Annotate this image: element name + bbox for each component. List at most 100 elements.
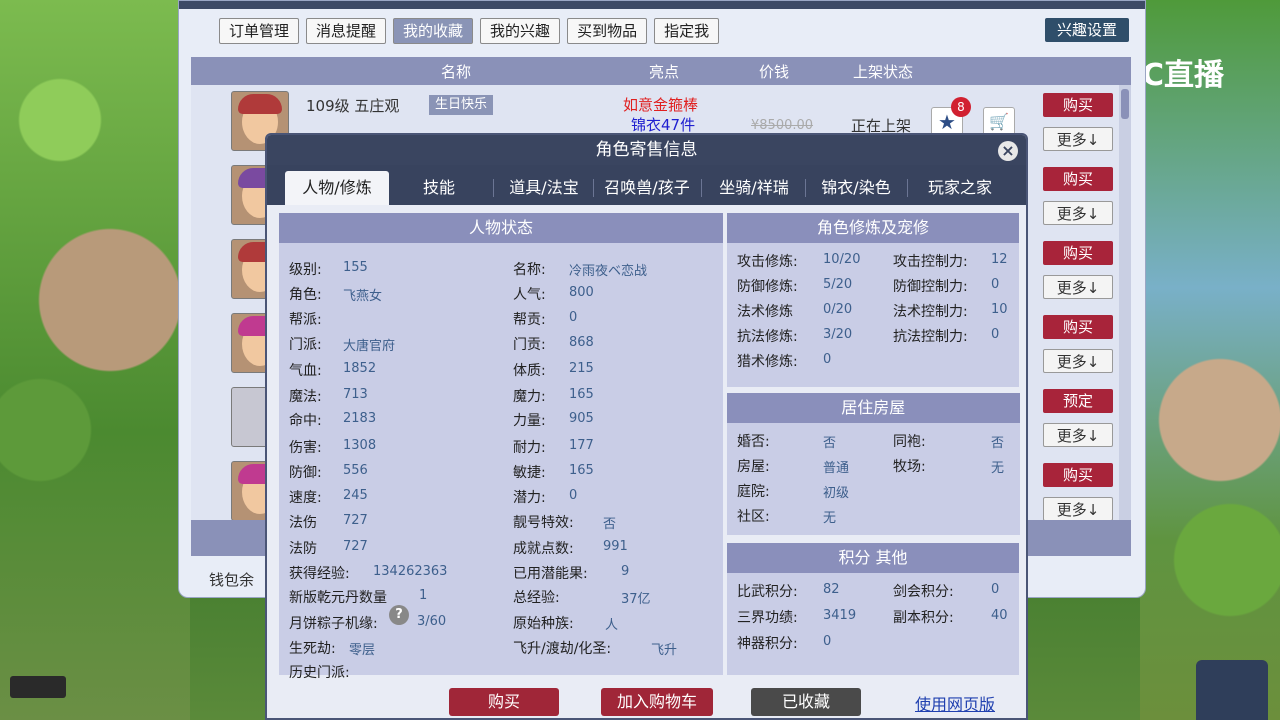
col-status: 上架状态 — [853, 63, 914, 81]
stat-label: 总经验: — [513, 590, 560, 606]
stat-value: 0 — [823, 634, 832, 649]
stat-label: 副本积分: — [893, 610, 954, 626]
buy-button[interactable]: 购买 — [1043, 315, 1113, 339]
stat-label: 力量: — [513, 413, 546, 429]
tab-skills[interactable]: 技能 — [399, 171, 479, 205]
more-button[interactable]: 更多↓ — [1043, 201, 1113, 225]
stat-value: 165 — [569, 387, 594, 402]
web-version-link[interactable]: 使用网页版 — [915, 691, 995, 715]
stat-label: 名称: — [513, 262, 546, 278]
buy-button[interactable]: 购买 — [1043, 241, 1113, 265]
stat-label: 潜力: — [513, 490, 546, 506]
stat-label: 抗法控制力: — [893, 329, 968, 345]
stat-label: 新版乾元丹数量 — [289, 590, 387, 606]
tab-player-home[interactable]: 玩家之家 — [913, 171, 1007, 205]
col-name: 名称 — [441, 63, 472, 81]
tab-messages[interactable]: 消息提醒 — [306, 18, 387, 44]
stat-value: 3/20 — [823, 327, 853, 342]
stat-value: 无 — [823, 511, 837, 526]
stat-label: 耐力: — [513, 440, 546, 456]
add-to-cart-button[interactable]: 加入购物车 — [601, 688, 713, 716]
tab-summons-children[interactable]: 召唤兽/孩子 — [597, 171, 697, 205]
stat-value: 否 — [603, 517, 617, 532]
stat-value: 0 — [823, 352, 832, 367]
stat-label: 靓号特效: — [513, 515, 574, 531]
stat-value: 40 — [991, 608, 1008, 623]
stat-label: 原始种族: — [513, 616, 574, 632]
stat-label: 抗法修炼: — [737, 329, 798, 345]
stat-label: 剑会积分: — [893, 584, 954, 600]
stat-value: 134262363 — [373, 564, 448, 579]
stat-value: 飞燕女 — [343, 289, 383, 304]
stat-value: 3/60 — [417, 614, 447, 629]
more-button[interactable]: 更多↓ — [1043, 127, 1113, 151]
tab-purchased[interactable]: 买到物品 — [567, 18, 648, 44]
buy-button[interactable]: 购买 — [449, 688, 559, 716]
tab-mounts[interactable]: 坐骑/祥瑞 — [707, 171, 801, 205]
stat-label: 庭院: — [737, 484, 770, 500]
stat-value: 9 — [621, 564, 630, 579]
tab-assigned[interactable]: 指定我 — [654, 18, 720, 44]
stat-value: 0 — [991, 327, 1000, 342]
stat-value: 10 — [991, 302, 1008, 317]
stat-label: 婚否: — [737, 434, 770, 450]
stat-value: 1308 — [343, 438, 377, 453]
tab-character-cultivation[interactable]: 人物/修炼 — [285, 171, 389, 205]
tab-interests[interactable]: 我的兴趣 — [480, 18, 561, 44]
list-scrollbar[interactable] — [1119, 85, 1131, 520]
tab-separator — [493, 179, 494, 197]
more-button[interactable]: 更多↓ — [1043, 349, 1113, 373]
buy-button[interactable]: 购买 — [1043, 167, 1113, 191]
stat-label: 获得经验: — [289, 566, 350, 582]
stat-label: 魔法: — [289, 389, 322, 405]
stat-value: 556 — [343, 463, 368, 478]
stat-value: 2183 — [343, 411, 377, 426]
help-icon[interactable]: ? — [389, 605, 409, 625]
stat-label: 生死劫: — [289, 641, 336, 657]
buy-button[interactable]: 购买 — [1043, 93, 1113, 117]
stat-value: 727 — [343, 539, 368, 554]
stat-value: 飞升 — [651, 643, 678, 658]
tab-items-treasures[interactable]: 道具/法宝 — [499, 171, 589, 205]
more-button[interactable]: 更多↓ — [1043, 423, 1113, 447]
tab-favorites[interactable]: 我的收藏 — [393, 18, 474, 44]
tab-separator — [701, 179, 702, 197]
reserve-button[interactable]: 预定 — [1043, 389, 1113, 413]
stat-label: 角色: — [289, 287, 322, 303]
panel-title: 角色修炼及宠修 — [727, 213, 1019, 243]
stat-value: 大唐官府 — [343, 339, 396, 354]
favorited-button[interactable]: 已收藏 — [751, 688, 861, 716]
stat-label: 比武积分: — [737, 584, 798, 600]
col-price: 价钱 — [759, 63, 790, 81]
dialog-tabs: 人物/修炼 技能 道具/法宝 召唤兽/孩子 坐骑/祥瑞 锦衣/染色 玩家之家 — [267, 165, 1026, 205]
wallet-label: 钱包余 — [209, 571, 255, 589]
nav-tabs: 订单管理 消息提醒 我的收藏 我的兴趣 买到物品 指定我 — [219, 18, 720, 44]
tab-separator — [593, 179, 594, 197]
stat-value: 普通 — [823, 461, 850, 476]
tab-orders[interactable]: 订单管理 — [219, 18, 300, 44]
stat-label: 神器积分: — [737, 636, 798, 652]
more-button[interactable]: 更多↓ — [1043, 497, 1113, 521]
tab-outfits-dye[interactable]: 锦衣/染色 — [811, 171, 901, 205]
stat-value: 165 — [569, 463, 594, 478]
stat-label: 牧场: — [893, 459, 926, 475]
birthday-badge: 生日快乐 — [429, 95, 494, 115]
stat-label: 猎术修炼: — [737, 354, 798, 370]
stat-value: 12 — [991, 252, 1008, 267]
highlight-weapon: 如意金箍棒 — [623, 96, 699, 114]
panel-title: 居住房屋 — [727, 393, 1020, 423]
close-icon[interactable]: × — [998, 141, 1018, 161]
game-minimap-pagoda — [1196, 660, 1268, 720]
more-button[interactable]: 更多↓ — [1043, 275, 1113, 299]
stat-value: 868 — [569, 335, 594, 350]
price: ¥8500.00 — [751, 118, 814, 133]
stat-value: 245 — [343, 488, 368, 503]
stat-value: 155 — [343, 260, 368, 275]
scroll-thumb[interactable] — [1121, 89, 1129, 119]
stat-label: 飞升/渡劫/化圣: — [513, 641, 612, 657]
buy-button[interactable]: 购买 — [1043, 463, 1113, 487]
stat-label: 成就点数: — [513, 541, 574, 557]
interest-settings-button[interactable]: 兴趣设置 — [1044, 18, 1129, 42]
stat-label: 伤害: — [289, 440, 322, 456]
stat-label: 三界功绩: — [737, 610, 798, 626]
